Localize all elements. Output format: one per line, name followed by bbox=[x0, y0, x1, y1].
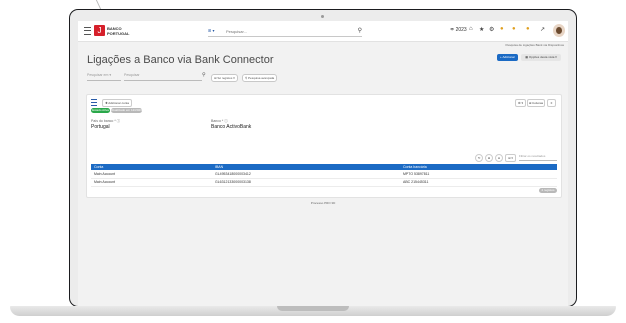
search-input[interactable] bbox=[226, 27, 346, 35]
bank-value: Banco ActivoBank bbox=[211, 124, 252, 130]
refresh-icon[interactable]: ⟲ bbox=[475, 154, 483, 162]
star-icon[interactable]: ★ bbox=[479, 26, 484, 33]
country-value: Portugal bbox=[91, 124, 110, 130]
search-field-select[interactable]: Pesquisar em ▾ bbox=[87, 73, 121, 81]
avatar[interactable] bbox=[553, 24, 565, 37]
update-badge: Atualizado em 12/2023 bbox=[111, 108, 142, 113]
breadcrumb-link[interactable]: Pesquisa de Ligações Bank via Dispositiv… bbox=[505, 43, 564, 47]
search-bar: ⊞ ▾ ⚲ bbox=[208, 27, 362, 37]
top-bar: J BANCO PORTUGAL ⊞ ▾ ⚲ ≑ 2023 ⌂ ★ ⚙ ● ● … bbox=[78, 21, 568, 42]
table-filter-input[interactable]: Filtrar os resultados bbox=[519, 154, 557, 161]
alerts-icon[interactable]: ● bbox=[526, 26, 530, 32]
bank-account-cell: MPTO 53897811 bbox=[403, 172, 430, 176]
column-header[interactable]: IBAN bbox=[215, 164, 223, 170]
zoom-out-icon[interactable]: ⊖ bbox=[495, 154, 503, 162]
zoom-in-icon[interactable]: ⊕ bbox=[485, 154, 493, 162]
filter-input[interactable]: Pesquisar bbox=[124, 73, 202, 81]
iban-cell: GL6312133000003138 bbox=[215, 180, 251, 184]
notification-icon[interactable]: ● bbox=[500, 26, 504, 32]
table-row[interactable]: Main Account GL6312133000003138 ABC 2154… bbox=[91, 179, 557, 187]
list-icon[interactable] bbox=[91, 99, 97, 106]
pin-icon[interactable]: ↗ bbox=[540, 26, 545, 33]
bank-account-cell: ABC 215445311 bbox=[403, 180, 429, 184]
filter-row: Pesquisar em ▾ Pesquisar ⚲ ⊞ Só registos… bbox=[87, 72, 567, 82]
settings-dropdown[interactable]: ⚙ ▾ bbox=[515, 99, 526, 107]
iban-cell: GL4953418000003412 bbox=[215, 172, 251, 176]
record-count-badge: 2 registos bbox=[539, 188, 557, 193]
column-header[interactable]: Conta bancária bbox=[403, 164, 427, 170]
search-icon[interactable]: ⚲ bbox=[358, 27, 362, 34]
status-badge: Estado Ativa bbox=[91, 108, 110, 113]
breadcrumb: Pesquisa de Ligações Bank via Dispositiv… bbox=[78, 42, 568, 50]
account-cell: Main Account bbox=[94, 180, 116, 184]
laptop-notch bbox=[277, 306, 349, 311]
add-account-button[interactable]: ✚ Adicionar conta bbox=[102, 99, 132, 107]
columns-button[interactable]: ⊞ Colunas bbox=[527, 99, 545, 107]
logo-icon: J bbox=[94, 25, 105, 36]
power-cable bbox=[95, 0, 114, 9]
menu-icon[interactable] bbox=[84, 27, 91, 35]
gear-icon[interactable]: ⚙ bbox=[489, 26, 494, 33]
logo-text: BANCO PORTUGAL bbox=[107, 26, 130, 36]
column-header[interactable]: Conta bbox=[94, 164, 103, 170]
table-row[interactable]: Main Account GL4953418000003412 MPTO 538… bbox=[91, 171, 557, 179]
record-card: ✚ Adicionar conta Estado Ativa Atualizad… bbox=[86, 94, 562, 198]
page-title: Ligações a Banco via Bank Connector bbox=[87, 54, 274, 66]
view-options-button[interactable]: ▦ Opções desta vista ▾ bbox=[521, 54, 561, 61]
messages-icon[interactable]: ● bbox=[512, 26, 516, 32]
account-cell: Main Account bbox=[94, 172, 116, 176]
advanced-search-chip[interactable]: ⚲ Pesquisa avançada bbox=[242, 74, 278, 82]
add-button[interactable]: + Adicionar bbox=[497, 54, 518, 61]
laptop-screen: J BANCO PORTUGAL ⊞ ▾ ⚲ ≑ 2023 ⌂ ★ ⚙ ● ● … bbox=[78, 21, 568, 306]
grid-options-icon[interactable]: ⊞ ▾ bbox=[505, 154, 516, 162]
records-chip[interactable]: ⊞ Só registos ▾ bbox=[211, 74, 238, 82]
more-button[interactable]: ≡ bbox=[547, 99, 556, 107]
table-header: Conta IBAN Conta bancária bbox=[91, 164, 557, 170]
year-selector[interactable]: ≑ 2023 bbox=[450, 27, 467, 33]
footer-text: Processo PRO 3D bbox=[310, 201, 336, 205]
search-filter-dropdown[interactable]: ⊞ ▾ bbox=[208, 28, 214, 33]
webcam bbox=[321, 15, 324, 18]
search-icon[interactable]: ⚲ bbox=[202, 72, 206, 78]
home-icon[interactable]: ⌂ bbox=[469, 26, 473, 32]
